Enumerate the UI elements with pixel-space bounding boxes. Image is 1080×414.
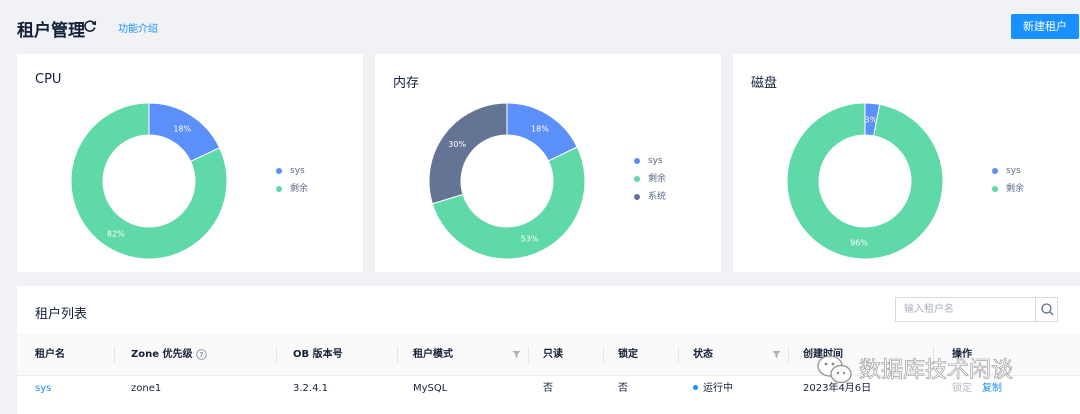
status-dot — [693, 384, 698, 390]
col-zone: Zone 优先级? — [131, 334, 207, 376]
slice-label-remaining: 82% — [107, 229, 125, 238]
search-button[interactable] — [1035, 298, 1058, 321]
cell-version: 3.2.4.1 — [293, 383, 328, 394]
disk-donut-chart: 3% 96% — [786, 102, 944, 260]
refresh-icon[interactable] — [83, 19, 97, 33]
svg-text:?: ? — [199, 351, 203, 359]
cpu-card: CPU 18% 82% sys 剩余 — [17, 54, 363, 272]
legend-item-remaining: 剩余 — [634, 170, 666, 188]
disk-legend: sys 剩余 — [992, 162, 1024, 198]
column-divider — [397, 347, 398, 363]
cell-mode: MySQL — [413, 383, 448, 394]
slice-label-sys: 18% — [173, 125, 191, 134]
cpu-donut-chart: 18% 82% — [70, 102, 228, 260]
col-locked: 锁定 — [618, 349, 638, 360]
memory-card: 内存 18% 53% 30% sys 剩余 系统 — [375, 54, 721, 272]
search-box — [895, 297, 1058, 322]
filter-icon[interactable] — [512, 350, 521, 359]
col-version: OB 版本号 — [293, 349, 343, 360]
cell-locked: 否 — [618, 383, 628, 394]
slice-label-remaining: 53% — [521, 235, 539, 244]
tenant-list-title: 租户列表 — [35, 307, 88, 322]
column-divider — [603, 347, 604, 363]
col-mode: 租户模式 — [413, 349, 453, 360]
column-divider — [276, 347, 277, 363]
col-status: 状态 — [693, 349, 713, 360]
page-title: 租户管理 — [17, 21, 85, 41]
legend-label: 剩余 — [1006, 184, 1025, 194]
col-name: 租户名 — [35, 349, 65, 360]
cell-zone: zone1 — [131, 383, 162, 394]
donut-slice-system — [428, 102, 508, 205]
legend-dot-system — [634, 194, 640, 200]
disk-card: 磁盘 3% 96% sys 剩余 — [733, 54, 1080, 272]
slice-label-remaining: 96% — [850, 239, 868, 248]
legend-dot-remaining — [276, 186, 282, 192]
cell-status: 运行中 — [693, 377, 733, 414]
cpu-legend: sys 剩余 — [276, 162, 308, 198]
legend-item-remaining: 剩余 — [992, 180, 1024, 198]
column-divider — [528, 347, 529, 363]
legend-item-sys: sys — [276, 162, 308, 180]
slice-label-sys: 3% — [865, 115, 878, 124]
legend-label: 系统 — [648, 192, 667, 202]
filter-icon[interactable] — [772, 350, 781, 359]
col-zone-label: Zone 优先级 — [131, 349, 193, 360]
watermark-text: 数据库技术闲谈 — [859, 358, 1014, 384]
slice-label-system: 30% — [448, 140, 466, 149]
cpu-title: CPU — [35, 72, 62, 87]
intro-link[interactable]: 功能介绍 — [118, 20, 158, 35]
wechat-icon — [817, 355, 852, 384]
legend-label: sys — [648, 156, 663, 166]
donut-slice-remaining — [786, 102, 944, 260]
memory-title: 内存 — [393, 76, 420, 91]
memory-donut-chart: 18% 53% 30% — [428, 102, 586, 260]
slice-label-sys: 18% — [531, 124, 549, 133]
disk-title: 磁盘 — [751, 76, 778, 91]
tenant-list-panel: 租户列表 租户名 Zone 优先级? OB 版本号 租户模式 只读 锁定 状态 … — [17, 286, 1080, 414]
memory-legend: sys 剩余 系统 — [634, 152, 666, 206]
legend-dot-sys — [276, 168, 282, 174]
legend-dot-sys — [992, 168, 998, 174]
legend-label: 剩余 — [648, 174, 667, 184]
legend-item-sys: sys — [634, 152, 666, 170]
legend-label: 剩余 — [290, 184, 309, 194]
help-icon[interactable]: ? — [195, 348, 207, 360]
legend-item-system: 系统 — [634, 188, 666, 206]
col-readonly: 只读 — [543, 349, 563, 360]
legend-label: sys — [290, 166, 305, 176]
search-input[interactable] — [896, 298, 1035, 321]
page-header: 租户管理 功能介绍 新建租户 — [0, 0, 1080, 52]
column-divider — [788, 347, 789, 363]
watermark: 数据库技术闲谈 — [816, 352, 1056, 388]
cell-readonly: 否 — [543, 383, 553, 394]
status-label: 运行中 — [703, 383, 733, 394]
search-icon — [1041, 303, 1054, 316]
column-divider — [114, 347, 115, 363]
legend-dot-remaining — [634, 176, 640, 182]
legend-item-sys: sys — [992, 162, 1024, 180]
column-divider — [678, 347, 679, 363]
legend-dot-sys — [634, 158, 640, 164]
legend-label: sys — [1006, 166, 1021, 176]
legend-item-remaining: 剩余 — [276, 180, 308, 198]
new-tenant-button[interactable]: 新建租户 — [1011, 14, 1079, 39]
legend-dot-remaining — [992, 186, 998, 192]
tenant-name-link[interactable]: sys — [35, 377, 51, 414]
